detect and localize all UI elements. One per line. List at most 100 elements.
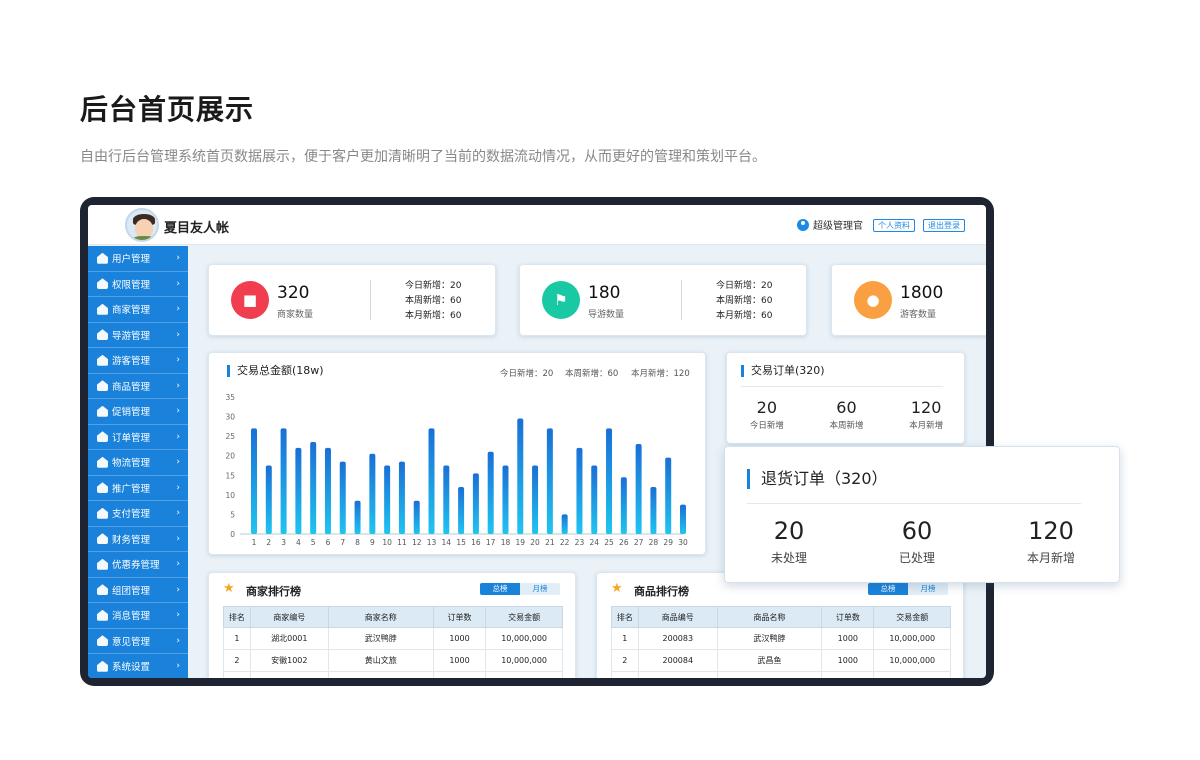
stat-today: 今日新增：20 <box>405 281 462 291</box>
sidebar-item-label: 权限管理 <box>112 279 151 291</box>
sidebar-item[interactable]: 物流管理 › <box>88 450 188 476</box>
bar <box>561 514 568 534</box>
stat-month: 本月新增：60 <box>716 311 773 321</box>
sidebar-item[interactable]: 商品管理 › <box>88 374 188 399</box>
tab-month[interactable]: 月榜 <box>908 583 948 595</box>
table-cell: 10,000,000 <box>873 671 951 678</box>
user-icon <box>797 218 809 231</box>
sidebar-item[interactable]: 消息管理 › <box>88 603 188 629</box>
x-tick-label: 5 <box>311 538 316 547</box>
trophy-icon: ★ <box>223 581 235 596</box>
sidebar-item-label: 意见管理 <box>112 636 151 648</box>
table-cell: 10,000,000 <box>485 671 563 678</box>
merchant-rank-tabs: 总榜 月榜 <box>480 583 560 595</box>
sidebar-item[interactable]: 优惠券管理 › <box>88 552 188 578</box>
x-tick-label: 6 <box>326 538 331 547</box>
x-tick-label: 24 <box>589 538 599 547</box>
product-rank-card: ★ 商品排行榜 总榜 月榜 排名 商品编号 商品名称 订单数 交易金额 1 200083 武汉… <box>596 572 964 678</box>
stat-month: 本月新增：60 <box>405 311 462 321</box>
sidebar-item[interactable]: 系统设置 › <box>88 654 188 678</box>
chevron-right-icon: › <box>176 431 180 442</box>
table-row[interactable]: 2 200084 武昌鱼 1000 10,000,000 <box>611 649 951 672</box>
y-tick-label: 10 <box>225 491 235 500</box>
table-header: 商家编号 <box>249 606 329 628</box>
sidebar-item-label: 系统设置 <box>112 662 151 674</box>
sidebar-item[interactable]: 支付管理 › <box>88 501 188 527</box>
bar <box>591 465 598 534</box>
table-cell: 3 <box>223 671 251 678</box>
sidebar-item[interactable]: 用户管理 › <box>88 246 188 272</box>
guide-flag-icon: ⚑ <box>542 281 580 319</box>
bar <box>295 447 302 534</box>
stat-label: 导游数量 <box>588 310 625 320</box>
orders-stats: 20 今日新增 60 本周新增 120 本月新增 <box>727 398 966 431</box>
tab-month[interactable]: 月榜 <box>520 583 560 595</box>
returns-stats: 20 未处理 60 已处理 120 本月新增 <box>725 517 1121 566</box>
x-tick-label: 11 <box>397 538 407 547</box>
bar <box>324 447 331 534</box>
sidebar-item[interactable]: 商家管理 › <box>88 297 188 323</box>
table-cell: 1000 <box>821 649 875 672</box>
x-tick-label: 13 <box>427 538 437 547</box>
x-tick-label: 23 <box>575 538 585 547</box>
sidebar: 用户管理 › 权限管理 › 商家管理 › 导游管理 › 游客管理 › 商品管理 › 促销管理 › 订单管理 ›… <box>88 246 188 678</box>
sidebar-item[interactable]: 订单管理 › <box>88 425 188 450</box>
sidebar-item[interactable]: 导游管理 › <box>88 323 188 348</box>
menu-icon <box>97 252 108 264</box>
returns-card: 退货订单（320） 20 未处理 60 已处理 120 本月新增 <box>724 446 1120 583</box>
chevron-right-icon: › <box>176 559 180 570</box>
chevron-right-icon: › <box>176 380 180 391</box>
table-cell: 热干面 <box>716 671 823 678</box>
menu-icon <box>97 329 108 341</box>
table-header: 排名 <box>611 606 639 628</box>
chevron-right-icon: › <box>176 508 180 519</box>
x-tick-label: 9 <box>370 538 375 547</box>
table-cell: 10,000,000 <box>873 649 951 672</box>
admin-info[interactable]: 超级管理官 <box>797 217 863 232</box>
sidebar-item[interactable]: 权限管理 › <box>88 272 188 297</box>
table-row[interactable]: 1 湖北0001 武汉鸭脖 1000 10,000,000 <box>223 627 563 650</box>
bar <box>650 487 657 534</box>
sidebar-item[interactable]: 组团管理 › <box>88 578 188 603</box>
y-tick-label: 5 <box>230 510 235 519</box>
avatar[interactable] <box>125 208 159 242</box>
table-cell: 武汉鸭脖 <box>716 627 823 650</box>
x-tick-label: 2 <box>266 538 271 547</box>
sidebar-item[interactable]: 财务管理 › <box>88 527 188 552</box>
table-row[interactable]: 1 200083 武汉鸭脖 1000 10,000,000 <box>611 627 951 650</box>
bar <box>354 500 361 534</box>
stat-card: ■ 320 商家数量 今日新增：20 本周新增：60 本月新增：60 <box>208 264 496 336</box>
sidebar-item[interactable]: 游客管理 › <box>88 348 188 374</box>
table-cell: 200084 <box>637 649 718 672</box>
table-header: 订单数 <box>821 606 875 628</box>
sidebar-item[interactable]: 推广管理 › <box>88 476 188 501</box>
table-row[interactable]: 3云南2001丽江古城100010,000,000 <box>223 671 563 678</box>
sidebar-item[interactable]: 促销管理 › <box>88 399 188 425</box>
x-tick-label: 21 <box>545 538 555 547</box>
sidebar-item[interactable]: 意见管理 › <box>88 629 188 654</box>
table-cell: 安徽1002 <box>249 649 329 672</box>
bar <box>280 428 287 534</box>
stat-increments: 今日新增：20 本周新增：60 本月新增：60 <box>405 279 461 324</box>
sidebar-item-label: 物流管理 <box>112 458 151 470</box>
stat-card: ⚑ 180 导游数量 今日新增：20 本周新增：60 本月新增：60 <box>519 264 807 336</box>
chevron-right-icon: › <box>176 406 180 417</box>
table-row[interactable]: 3200085热干面100010,000,000 <box>611 671 951 678</box>
merchant-rank-table: 排名 商家编号 商家名称 订单数 交易金额 1 湖北0001 武汉鸭脖 1000 10,000,0… <box>223 606 563 678</box>
table-cell: 1000 <box>821 671 875 678</box>
sidebar-item-label: 促销管理 <box>112 407 151 419</box>
tab-total[interactable]: 总榜 <box>480 583 520 595</box>
tab-total[interactable]: 总榜 <box>868 583 908 595</box>
table-cell: 1000 <box>432 671 487 678</box>
logout-button[interactable]: 退出登录 <box>923 219 965 232</box>
y-tick-label: 20 <box>225 452 235 461</box>
profile-button[interactable]: 个人资料 <box>873 219 915 232</box>
x-tick-label: 28 <box>649 538 659 547</box>
table-row[interactable]: 2 安徽1002 黄山文旅 1000 10,000,000 <box>223 649 563 672</box>
sidebar-item-label: 优惠券管理 <box>112 560 160 572</box>
x-tick-label: 29 <box>663 538 673 547</box>
menu-icon <box>97 609 108 621</box>
chevron-right-icon: › <box>176 533 180 544</box>
chevron-right-icon: › <box>176 355 180 366</box>
table-cell: 1000 <box>432 627 487 650</box>
